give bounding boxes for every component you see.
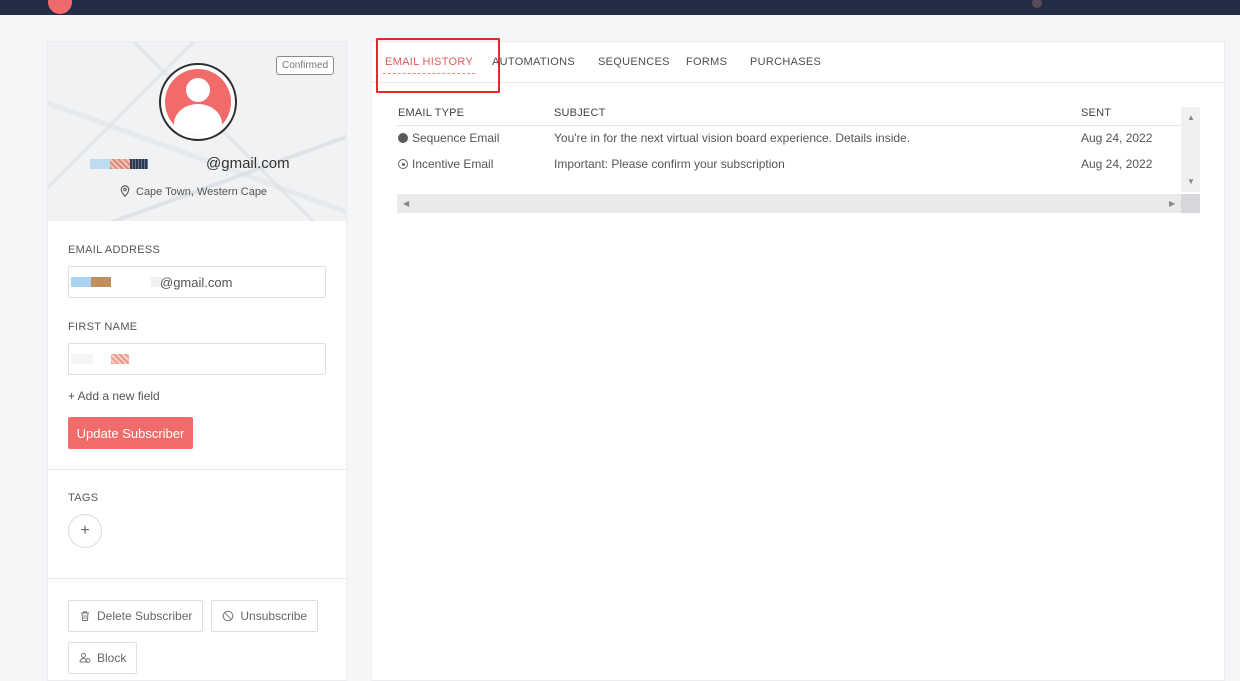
vertical-scrollbar[interactable]: ▲ ▼ bbox=[1181, 107, 1200, 192]
redacted-text bbox=[90, 159, 110, 170]
email-address-label: EMAIL ADDRESS bbox=[68, 244, 161, 256]
add-field-link[interactable]: + Add a new field bbox=[68, 389, 326, 403]
top-navbar bbox=[0, 0, 1240, 15]
account-menu[interactable] bbox=[1032, 0, 1112, 8]
subscriber-sidebar: Confirmed @gmail.com Cape Town, Western … bbox=[47, 41, 347, 681]
column-header-subject[interactable]: SUBJECT bbox=[554, 107, 606, 119]
scroll-left-arrow-icon[interactable]: ◀ bbox=[403, 199, 409, 208]
first-name-field[interactable] bbox=[68, 343, 326, 375]
block-label: Block bbox=[97, 651, 127, 665]
tab-bar: EMAIL HISTORY AUTOMATIONS SEQUENCES FORM… bbox=[372, 38, 1224, 93]
scroll-up-arrow-icon[interactable]: ▲ bbox=[1187, 113, 1195, 122]
add-tag-button[interactable]: + bbox=[68, 514, 102, 548]
table-row[interactable]: Sequence Email bbox=[398, 131, 499, 145]
horizontal-scrollbar[interactable]: ◀ ▶ bbox=[397, 194, 1200, 213]
scroll-right-arrow-icon[interactable]: ▶ bbox=[1169, 199, 1175, 208]
tab-purchases[interactable]: PURCHASES bbox=[750, 42, 821, 83]
app-logo[interactable] bbox=[48, 0, 72, 14]
delete-subscriber-button[interactable]: Delete Subscriber bbox=[68, 600, 204, 632]
scrollbar-corner bbox=[1181, 194, 1200, 213]
unsubscribe-button[interactable]: Unsubscribe bbox=[211, 600, 319, 632]
email-type-cell: Sequence Email bbox=[412, 131, 500, 145]
email-value: @gmail.com bbox=[160, 274, 233, 290]
email-field[interactable]: @gmail.com bbox=[68, 266, 326, 298]
tab-automations[interactable]: AUTOMATIONS bbox=[492, 42, 575, 83]
scroll-down-arrow-icon[interactable]: ▼ bbox=[1187, 177, 1195, 186]
status-badge: Confirmed bbox=[276, 56, 335, 75]
tab-email-history[interactable]: EMAIL HISTORY bbox=[376, 38, 500, 93]
divider bbox=[397, 125, 1181, 126]
profile-header: Confirmed @gmail.com Cape Town, Western … bbox=[48, 42, 346, 221]
sent-cell: Aug 24, 2022 bbox=[1081, 157, 1153, 171]
first-name-label: FIRST NAME bbox=[68, 321, 138, 333]
update-subscriber-button[interactable]: Update Subscriber bbox=[68, 417, 193, 449]
subscriber-detail-panel: EMAIL HISTORY AUTOMATIONS SEQUENCES FORM… bbox=[371, 38, 1225, 681]
delete-subscriber-label: Delete Subscriber bbox=[97, 609, 193, 623]
tags-label: TAGS bbox=[68, 492, 99, 504]
highlight-box bbox=[376, 38, 500, 93]
location: Cape Town, Western Cape bbox=[120, 185, 267, 198]
sequence-email-icon bbox=[398, 133, 408, 143]
email-type-cell: Incentive Email bbox=[412, 157, 494, 171]
unsubscribe-label: Unsubscribe bbox=[240, 609, 308, 623]
subscriber-email-heading: @gmail.com bbox=[90, 155, 290, 175]
column-header-email-type[interactable]: EMAIL TYPE bbox=[398, 107, 464, 119]
location-pin-icon bbox=[120, 185, 130, 197]
person-icon bbox=[165, 69, 231, 135]
subject-cell[interactable]: Important: Please confirm your subscript… bbox=[554, 157, 785, 171]
tab-sequences[interactable]: SEQUENCES bbox=[598, 42, 670, 83]
column-header-sent[interactable]: SENT bbox=[1081, 107, 1111, 119]
block-circle-icon bbox=[223, 610, 234, 622]
email-history-table: EMAIL TYPE SUBJECT SENT Sequence Email Y… bbox=[397, 107, 1200, 213]
user-avatar-icon bbox=[1032, 0, 1042, 8]
location-text: Cape Town, Western Cape bbox=[136, 186, 268, 198]
user-block-icon bbox=[79, 653, 91, 663]
trash-icon bbox=[81, 611, 89, 621]
incentive-email-icon bbox=[398, 159, 408, 169]
email-domain: @gmail.com bbox=[206, 155, 290, 172]
block-button[interactable]: Block bbox=[68, 642, 138, 674]
table-row[interactable]: Incentive Email bbox=[398, 157, 493, 171]
subject-cell[interactable]: You're in for the next virtual vision bo… bbox=[554, 131, 910, 145]
sent-cell: Aug 24, 2022 bbox=[1081, 131, 1153, 145]
tab-forms[interactable]: FORMS bbox=[686, 42, 727, 83]
avatar bbox=[159, 63, 237, 141]
